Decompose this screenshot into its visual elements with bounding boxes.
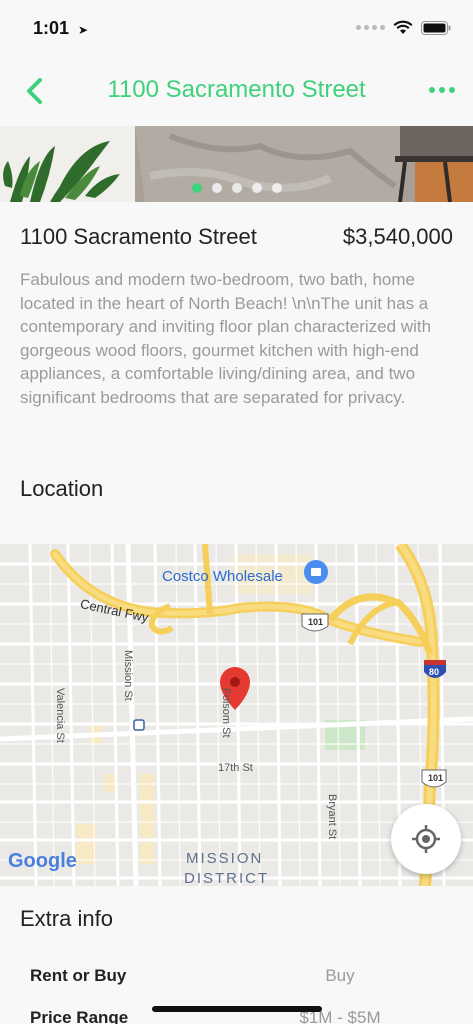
map-label-costco[interactable]: Costco Wholesale — [162, 568, 283, 585]
listing-header: 1100 Sacramento Street $3,540,000 — [20, 224, 453, 250]
info-row-value: Buy — [325, 966, 355, 985]
crosshair-icon — [412, 825, 440, 853]
location-map[interactable]: Costco Wholesale Central Fwy Valencia St… — [0, 544, 473, 886]
map-label-valencia: Valencia St — [54, 688, 66, 743]
signal-icon — [356, 25, 385, 30]
map-label-bryant: Bryant St — [326, 794, 338, 840]
map-label-mission-district-1: MISSION — [186, 850, 264, 867]
wifi-icon — [393, 20, 413, 34]
pagination-dot[interactable] — [211, 183, 222, 193]
status-icons — [356, 20, 451, 35]
listing-description: Fabulous and modern two-bedroom, two bat… — [20, 270, 432, 407]
pagination-dot[interactable] — [271, 183, 282, 193]
extra-info-section-title: Extra info — [20, 906, 113, 931]
battery-icon — [421, 20, 451, 35]
map-label-17th-st: 17th St — [218, 762, 253, 774]
i80-shield: 80 — [429, 667, 440, 677]
google-logo: Google — [8, 850, 77, 872]
listing-name: 1100 Sacramento Street — [20, 224, 257, 249]
listing-price: $3,540,000 — [342, 224, 453, 249]
pagination-dot[interactable] — [251, 183, 262, 193]
location-section-title: Location — [20, 476, 104, 501]
home-indicator[interactable] — [152, 1006, 322, 1012]
info-row-label: Rent or Buy — [30, 966, 127, 985]
nav-bar: 1100 Sacramento Street — [0, 58, 473, 126]
info-row-label: Price Range — [30, 1008, 129, 1024]
page-title: 1100 Sacramento Street — [107, 76, 366, 103]
us101-shield-south: 101 — [428, 773, 444, 783]
info-row: Rent or Buy Buy — [30, 966, 473, 996]
photo-gallery[interactable] — [0, 126, 473, 202]
pagination-dot-active[interactable] — [191, 183, 202, 193]
status-time: 1:01 ➤ — [33, 18, 88, 39]
status-bar: 1:01 ➤ — [0, 0, 473, 58]
pagination-dot[interactable] — [231, 183, 242, 193]
map-label-mission-district-2: DISTRICT — [184, 870, 270, 886]
gallery-pagination — [0, 183, 473, 193]
my-location-button[interactable] — [391, 804, 461, 874]
map-label-mission-st: Mission St — [122, 650, 134, 701]
location-arrow-icon: ➤ — [78, 23, 89, 37]
more-dots-icon — [429, 87, 435, 93]
more-button[interactable] — [429, 82, 455, 98]
map-label-folsom: Folsom St — [220, 688, 232, 738]
status-time-text: 1:01 — [33, 18, 70, 38]
us101-shield: 101 — [308, 617, 324, 627]
